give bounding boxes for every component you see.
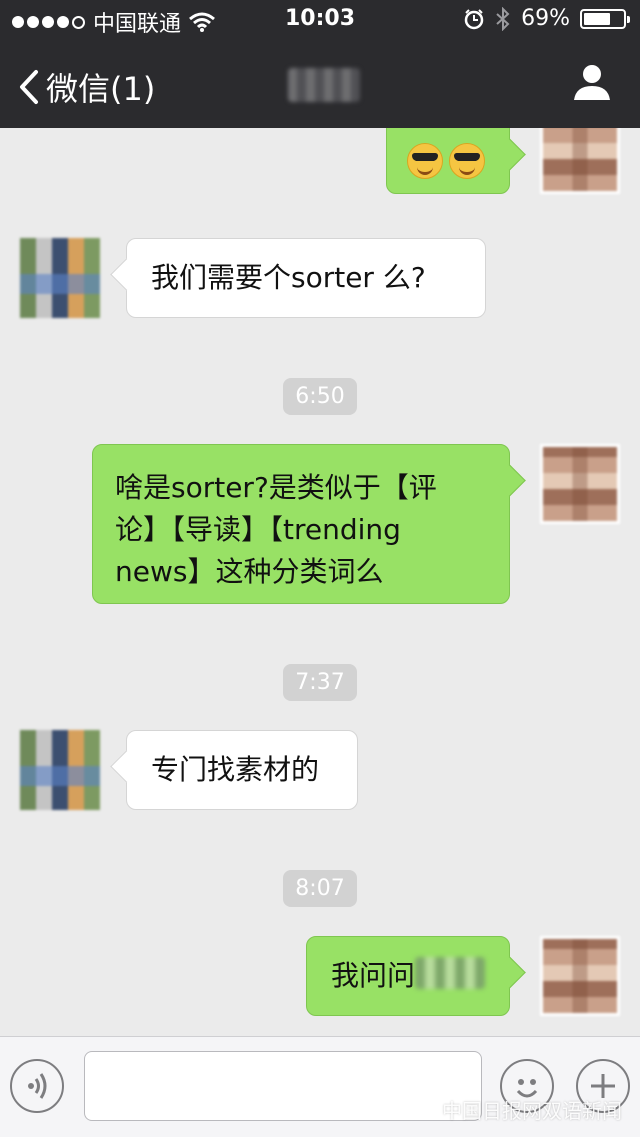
message-text-line: news】这种分类词么: [115, 555, 384, 588]
avatar-self[interactable]: [540, 936, 620, 1016]
timestamp: 8:07: [0, 870, 640, 907]
navigation-bar: 微信(1): [0, 40, 640, 128]
voice-icon: [28, 1073, 47, 1099]
message-bubble-outgoing[interactable]: [386, 128, 510, 194]
avatar-self[interactable]: [540, 444, 620, 524]
emoji-pair: [407, 143, 489, 179]
message-text-line: 论】【导读】【trending: [115, 513, 401, 546]
input-bar: 中国日报网双语新闻: [0, 1036, 640, 1137]
timestamp-label: 8:07: [283, 870, 357, 907]
message-bubble-outgoing[interactable]: 我问问: [306, 936, 510, 1016]
voice-input-button[interactable]: [10, 1059, 64, 1113]
back-button[interactable]: 微信(1): [18, 64, 155, 110]
top-bar: 中国联通 10:03 69% 微信(1): [0, 0, 640, 128]
message-bubble-incoming[interactable]: 专门找素材的: [126, 730, 358, 810]
avatar-contact[interactable]: [20, 730, 100, 810]
chat-info-button[interactable]: [572, 62, 612, 106]
message-list[interactable]: 我们需要个sorter 么? 6:50 啥是sorter?是类似于【评 论】【导…: [0, 128, 640, 1036]
battery-fill: [584, 12, 610, 25]
battery-icon: [580, 8, 630, 29]
timestamp: 7:37: [0, 664, 640, 701]
status-bar: 中国联通 10:03 69%: [0, 0, 640, 40]
message-bubble-incoming[interactable]: 我们需要个sorter 么?: [126, 238, 486, 318]
alarm-icon: [464, 8, 484, 29]
message-text: 专门找素材的: [151, 753, 320, 786]
person-icon: [574, 65, 610, 100]
obscured-name: [415, 957, 486, 989]
chevron-left-icon: [20, 70, 38, 104]
timestamp-label: 6:50: [283, 378, 357, 415]
bluetooth-icon: [496, 6, 510, 31]
message-text-line: 啥是sorter?是类似于【评: [115, 471, 437, 504]
watermark-text: 中国日报网双语新闻: [442, 1099, 622, 1123]
avatar-contact[interactable]: [20, 238, 100, 318]
battery-percent: 69%: [521, 6, 570, 31]
status-right: 69%: [463, 6, 630, 31]
timestamp-label: 7:37: [283, 664, 357, 701]
back-button-label: 微信(1): [46, 70, 156, 108]
timestamp: 6:50: [0, 378, 640, 415]
avatar-self[interactable]: [540, 128, 620, 194]
message-bubble-outgoing[interactable]: 啥是sorter?是类似于【评 论】【导读】【trending news】这种分…: [92, 444, 510, 604]
message-text: 我们需要个sorter 么?: [151, 261, 426, 294]
sunglasses-smile-icon: [449, 143, 485, 179]
watermark: 中国日报网双语新闻: [406, 1095, 622, 1124]
chat-title-obscured: [288, 68, 360, 102]
sunglasses-smile-icon: [407, 143, 443, 179]
wechat-logo-icon: [406, 1098, 435, 1120]
message-text: 我问问: [331, 959, 416, 992]
